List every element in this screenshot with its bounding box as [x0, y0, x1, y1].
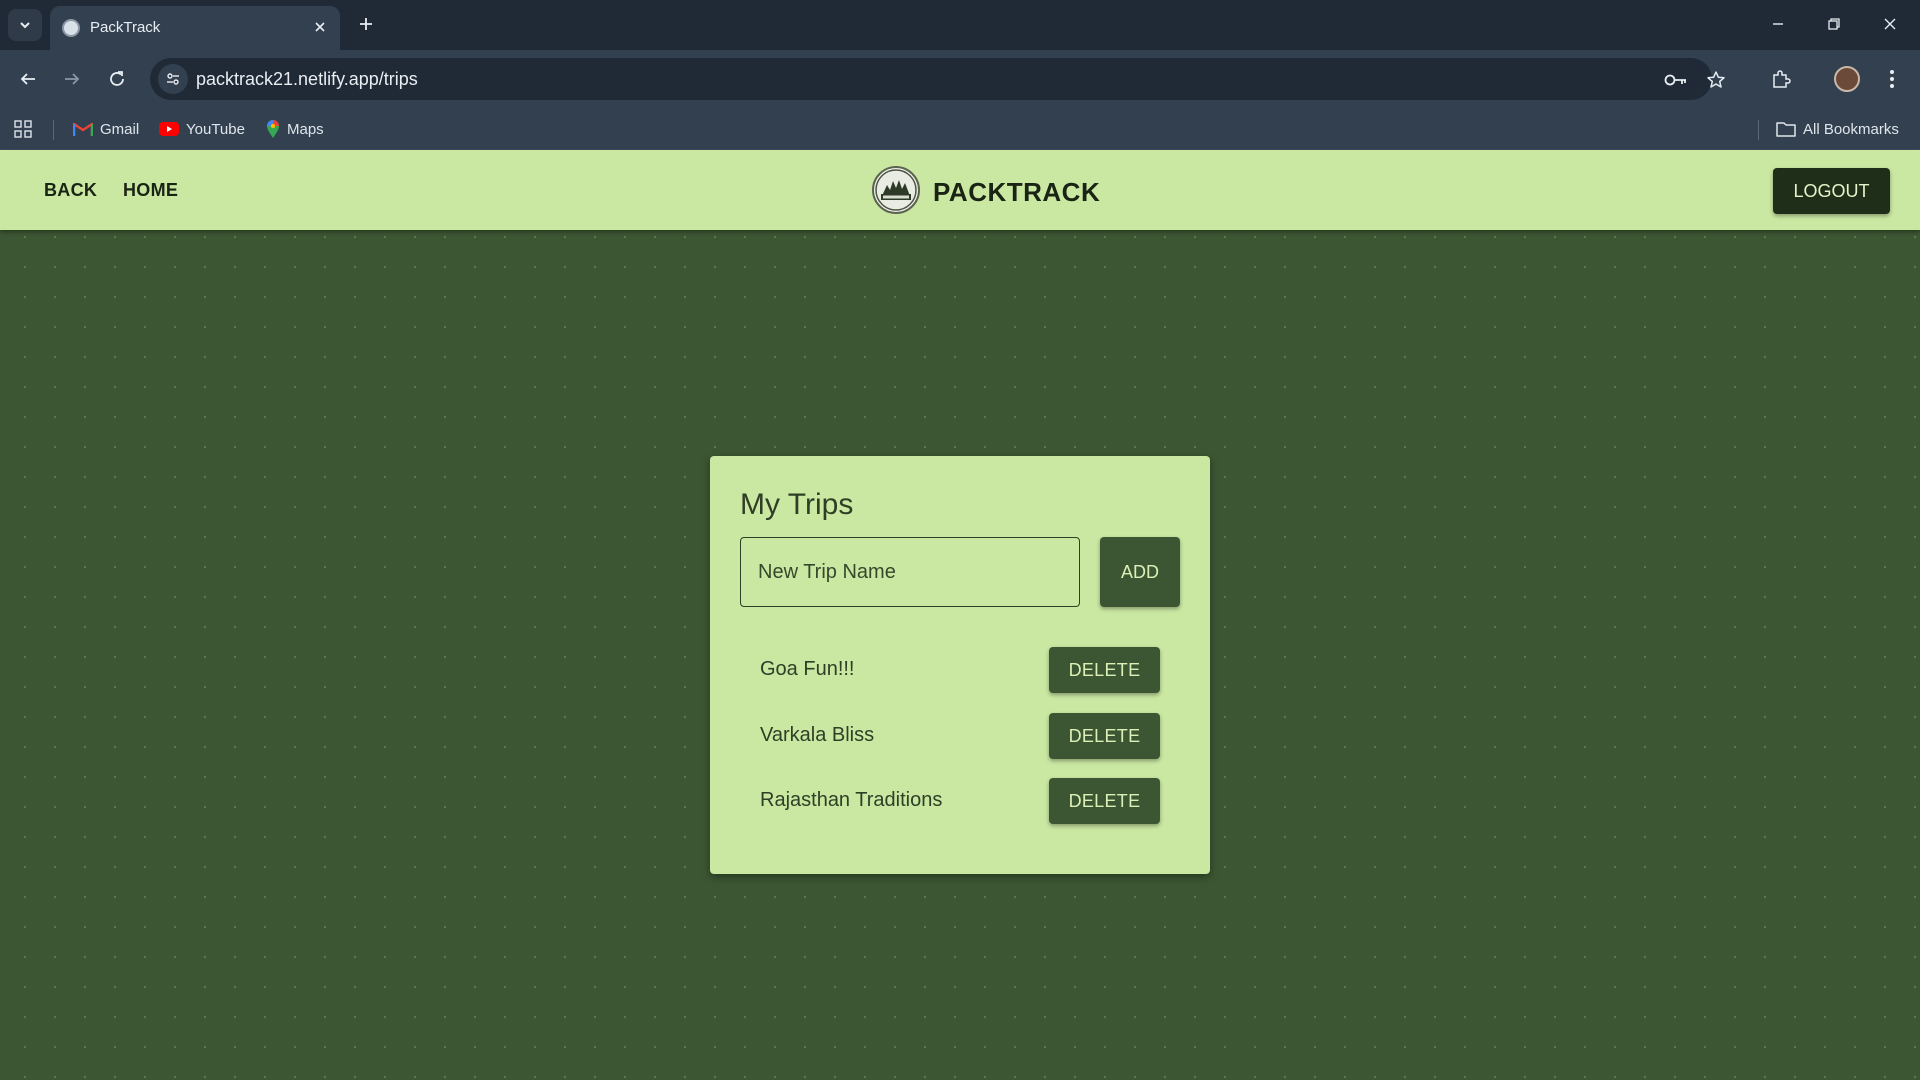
- new-trip-name-input[interactable]: [740, 537, 1080, 607]
- packtrack-favicon-icon: [62, 19, 80, 37]
- all-bookmarks-label: All Bookmarks: [1803, 120, 1899, 138]
- close-icon: [315, 22, 325, 32]
- site-info-button[interactable]: [158, 64, 188, 94]
- key-icon: [1664, 74, 1686, 86]
- minimize-icon: [1773, 23, 1783, 25]
- all-bookmarks-button[interactable]: All Bookmarks: [1776, 118, 1899, 140]
- brand-name[interactable]: PACKTRACK: [933, 177, 1100, 208]
- minimize-button[interactable]: [1756, 8, 1800, 40]
- trip-name[interactable]: Rajasthan Traditions: [760, 789, 942, 812]
- address-bar[interactable]: packtrack21.netlify.app/trips: [150, 58, 1725, 100]
- profile-avatar[interactable]: [1834, 66, 1860, 92]
- logout-button[interactable]: LOGOUT: [1773, 168, 1890, 214]
- tab-search-button[interactable]: [8, 9, 42, 41]
- my-trips-card: My Trips ADD Goa Fun!!! DELETE Varkala B…: [710, 456, 1210, 874]
- plus-icon: [360, 18, 372, 30]
- tune-icon: [167, 73, 179, 85]
- folder-icon: [1776, 122, 1796, 137]
- bookmark-star-button[interactable]: [1703, 67, 1729, 93]
- bookmark-maps[interactable]: Maps: [266, 118, 324, 140]
- bookmark-youtube[interactable]: YouTube: [159, 118, 245, 140]
- trip-row: Rajasthan Traditions DELETE: [760, 778, 1160, 824]
- back-nav-button[interactable]: [12, 63, 44, 95]
- bookmark-label: Maps: [287, 120, 324, 138]
- reload-button[interactable]: [101, 63, 133, 95]
- browser-menu-button[interactable]: [1876, 63, 1908, 95]
- apps-grid-icon: [14, 120, 32, 138]
- close-tab-button[interactable]: [310, 17, 330, 37]
- arrow-left-icon: [20, 73, 35, 85]
- tab-title: PackTrack: [90, 19, 161, 36]
- card-title: My Trips: [740, 488, 854, 521]
- extensions-button[interactable]: [1765, 63, 1797, 95]
- trip-row: Varkala Bliss DELETE: [760, 713, 1160, 759]
- star-icon: [1707, 71, 1725, 88]
- bookmarks-divider: [53, 120, 54, 140]
- back-link[interactable]: BACK: [44, 180, 97, 201]
- bookmark-label: YouTube: [186, 120, 245, 138]
- reload-icon: [110, 71, 124, 86]
- trip-row: Goa Fun!!! DELETE: [760, 647, 1160, 693]
- arrow-right-icon: [65, 73, 80, 85]
- bookmarks-bar: Gmail YouTube Maps All Bookmarks: [0, 108, 1920, 150]
- apps-button[interactable]: [14, 118, 32, 140]
- forward-nav-button[interactable]: [56, 63, 88, 95]
- browser-toolbar: packtrack21.netlify.app/trips: [0, 50, 1920, 108]
- url-text: packtrack21.netlify.app/trips: [196, 69, 418, 89]
- app-header: BACK HOME PACKTRACK LOGOUT: [0, 150, 1920, 230]
- page-background: BACK HOME PACKTRACK LOGOUT My Trips ADD …: [0, 150, 1920, 1080]
- bookmark-gmail[interactable]: Gmail: [73, 118, 139, 140]
- trip-name[interactable]: Varkala Bliss: [760, 724, 874, 747]
- kebab-menu-icon: [1890, 70, 1894, 88]
- packtrack-logo-icon[interactable]: [872, 166, 920, 214]
- delete-trip-button[interactable]: DELETE: [1049, 647, 1160, 693]
- restore-icon: [1828, 18, 1840, 30]
- puzzle-icon: [1773, 70, 1791, 88]
- new-tab-button[interactable]: [352, 10, 380, 38]
- maps-icon: [267, 120, 279, 138]
- browser-tabstrip: PackTrack: [0, 0, 1920, 50]
- gmail-icon: [73, 122, 93, 136]
- delete-trip-button[interactable]: DELETE: [1049, 778, 1160, 824]
- close-window-button[interactable]: [1868, 8, 1912, 40]
- bookmarks-divider: [1758, 120, 1759, 140]
- chevron-down-icon: [20, 22, 30, 29]
- password-key-button[interactable]: [1663, 67, 1689, 93]
- restore-button[interactable]: [1812, 8, 1856, 40]
- youtube-icon: [159, 122, 179, 136]
- bookmark-label: Gmail: [100, 120, 140, 138]
- trip-name[interactable]: Goa Fun!!!: [760, 658, 855, 681]
- close-icon: [1884, 18, 1896, 30]
- browser-tab[interactable]: PackTrack: [50, 6, 340, 50]
- add-trip-button[interactable]: ADD: [1100, 537, 1180, 607]
- home-link[interactable]: HOME: [123, 180, 178, 201]
- delete-trip-button[interactable]: DELETE: [1049, 713, 1160, 759]
